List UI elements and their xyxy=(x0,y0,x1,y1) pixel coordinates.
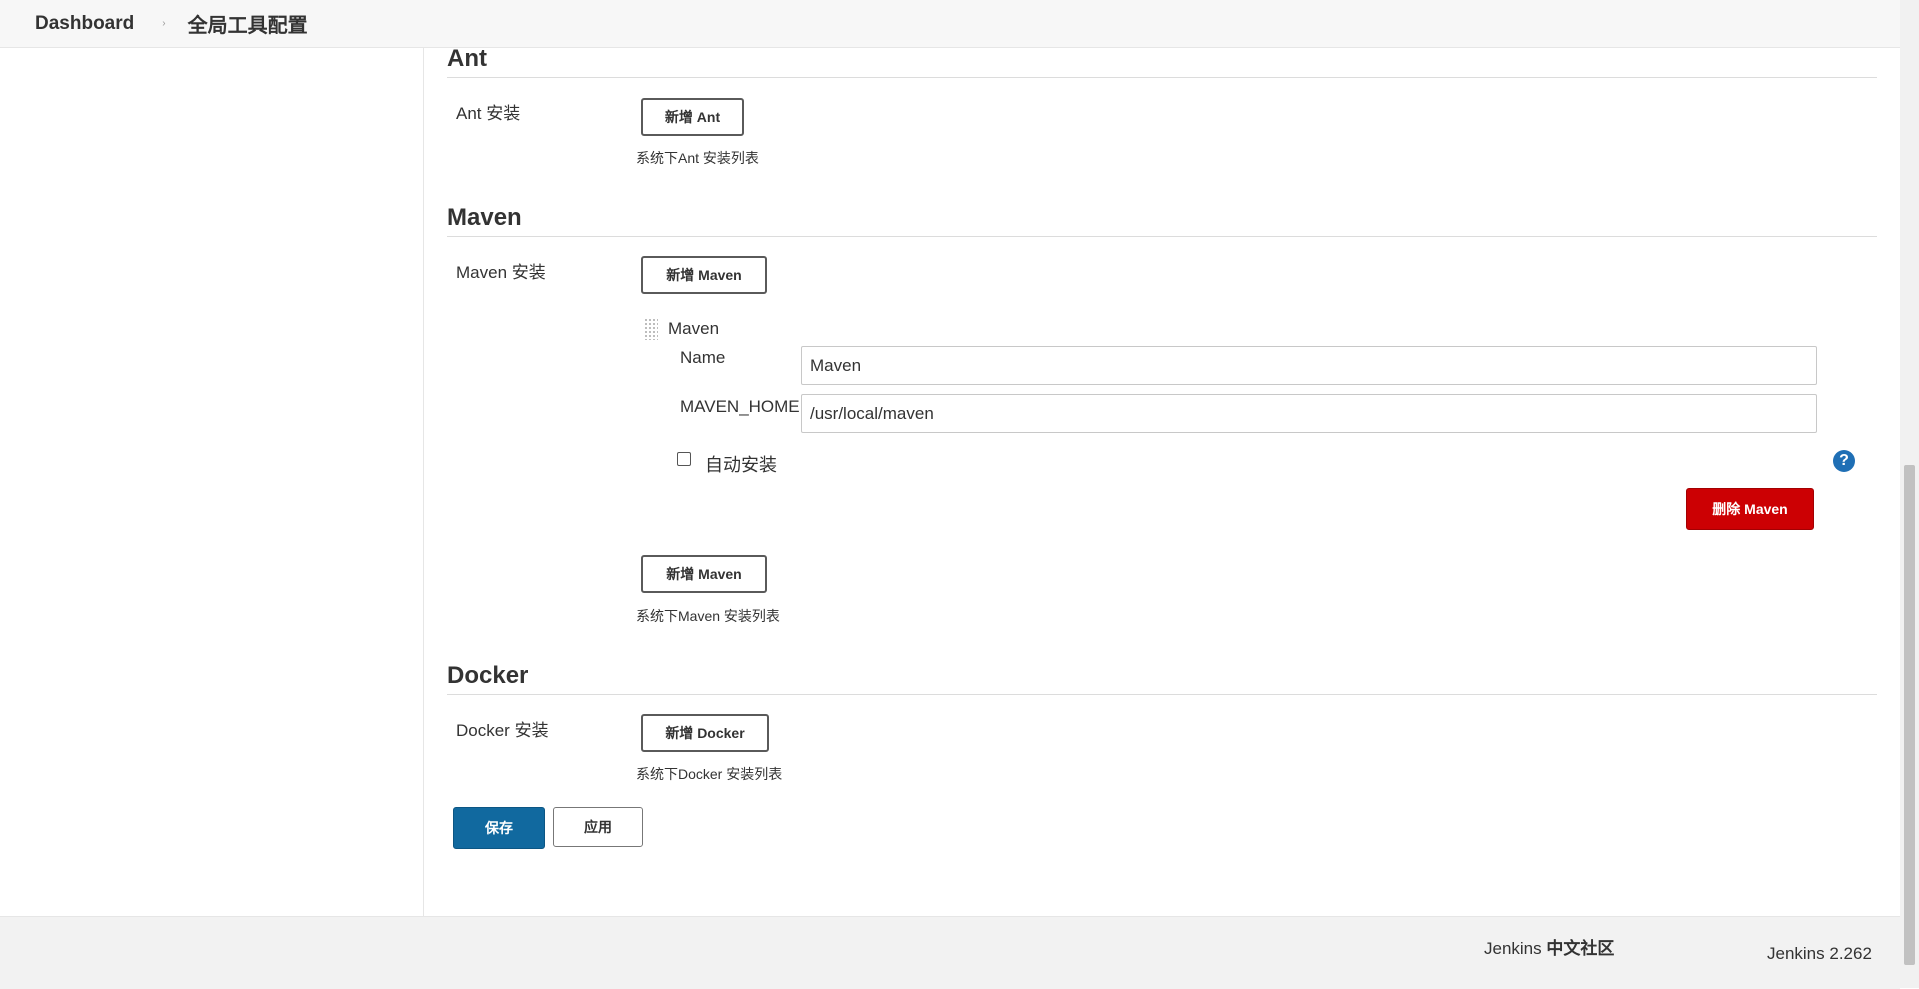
footer-version[interactable]: Jenkins 2.262 xyxy=(1767,944,1872,964)
footer: Jenkins 中文社区 Jenkins 2.262 xyxy=(0,916,1900,989)
breadcrumb-current-page: 全局工具配置 xyxy=(187,15,308,37)
maven-home-label: MAVEN_HOME xyxy=(680,397,800,416)
section-title-maven: Maven xyxy=(447,204,522,231)
docker-install-label: Docker 安装 xyxy=(456,721,549,740)
vertical-scrollbar[interactable] xyxy=(1900,0,1919,988)
maven-name-input[interactable] xyxy=(801,346,1817,385)
ant-install-label: Ant 安装 xyxy=(456,104,521,123)
maven-installation-title: Maven xyxy=(668,319,720,338)
add-ant-button[interactable]: 新增 Ant xyxy=(641,98,744,136)
section-divider-maven xyxy=(447,236,1877,237)
add-maven-button-top[interactable]: 新增 Maven xyxy=(641,256,767,294)
ant-install-hint: 系统下Ant 安装列表 xyxy=(636,150,759,166)
section-divider-ant xyxy=(447,77,1877,78)
section-title-ant: Ant xyxy=(447,45,487,72)
auto-install-label[interactable]: 自动安装 xyxy=(705,451,777,477)
docker-install-hint: 系统下Docker 安装列表 xyxy=(636,766,783,782)
maven-install-label: Maven 安装 xyxy=(456,263,546,282)
apply-button[interactable]: 应用 xyxy=(553,807,643,847)
help-icon[interactable]: ? xyxy=(1833,450,1855,472)
auto-install-checkbox[interactable] xyxy=(677,452,691,466)
footer-community-link[interactable]: Jenkins 中文社区 xyxy=(1484,934,1614,959)
sidebar-divider xyxy=(423,48,424,916)
breadcrumb-separator-icon[interactable]: › xyxy=(162,18,165,29)
footer-community-name: 中文社区 xyxy=(1546,939,1615,958)
delete-maven-button[interactable]: 删除 Maven xyxy=(1686,488,1814,530)
maven-install-hint: 系统下Maven 安装列表 xyxy=(636,608,780,624)
section-divider-docker xyxy=(447,694,1877,695)
add-docker-button[interactable]: 新增 Docker xyxy=(641,714,769,752)
breadcrumb-bar: Dashboard › 全局工具配置 xyxy=(0,0,1900,48)
maven-name-label: Name xyxy=(680,348,726,367)
drag-handle-icon[interactable] xyxy=(644,318,658,340)
scrollbar-thumb[interactable] xyxy=(1904,465,1915,965)
breadcrumb-dashboard-link[interactable]: Dashboard xyxy=(35,13,134,35)
section-title-docker: Docker xyxy=(447,662,529,689)
maven-home-input[interactable] xyxy=(801,394,1817,433)
footer-community-prefix: Jenkins xyxy=(1484,939,1542,958)
add-maven-button-bottom[interactable]: 新增 Maven xyxy=(641,555,767,593)
save-button[interactable]: 保存 xyxy=(453,807,545,849)
